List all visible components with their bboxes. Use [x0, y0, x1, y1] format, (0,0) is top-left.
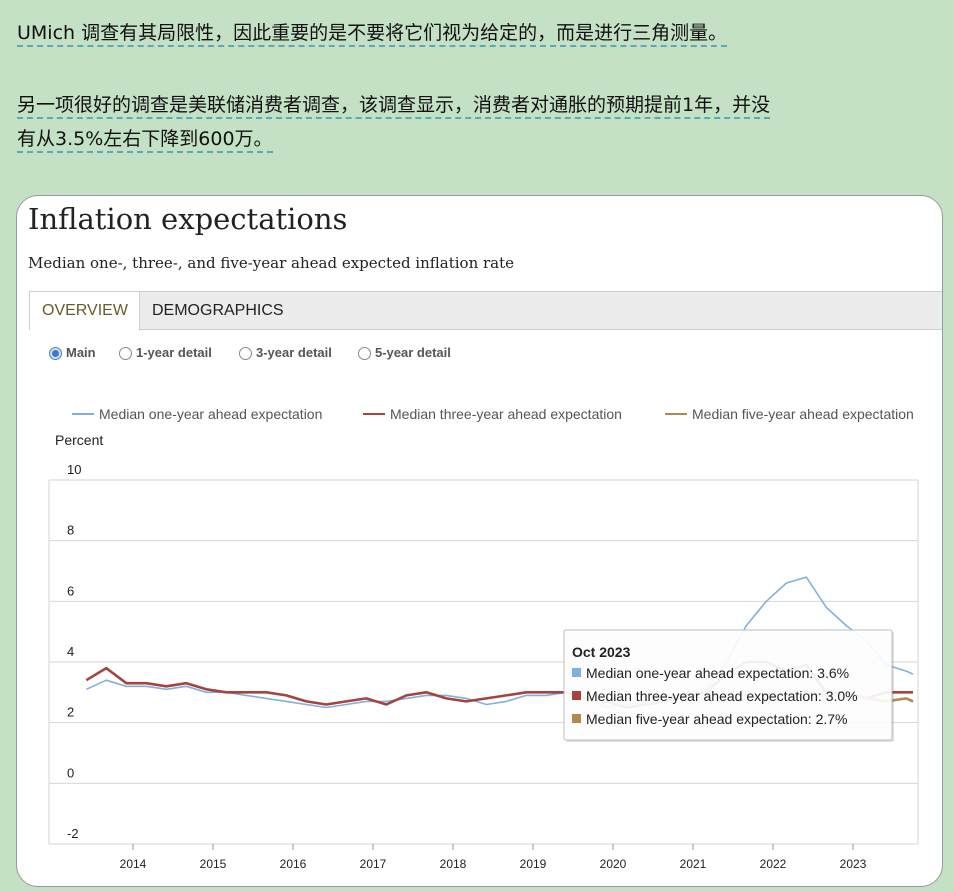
tooltip-line: Median five-year ahead expectation: 2.7% [586, 711, 848, 727]
x-tick-label: 2021 [680, 857, 707, 871]
x-tick-label: 2019 [520, 857, 547, 871]
x-tick-label: 2015 [200, 857, 227, 871]
y-tick-label: 6 [67, 583, 74, 598]
paragraph-2: 另一项很好的调查是美联储消费者调查，该调查显示，消费者对通胀的预期提前1年，并没… [17, 88, 942, 156]
x-tick-label: 2016 [280, 857, 307, 871]
paragraph-1: UMich 调查有其局限性，因此重要的是不要将它们视为给定的，而是进行三角测量。 [17, 16, 942, 50]
y-tick-label: -2 [67, 826, 79, 841]
inflation-line-chart: Percent 10 8 6 4 2 0 -2 2014 2015 2016 2017 2018 2019… [48, 406, 919, 871]
tooltip-swatch [572, 714, 581, 723]
x-tick-label: 2022 [760, 857, 787, 871]
y-tick-label: 4 [67, 644, 74, 659]
paragraph-2-line-2: 有从3.5%左右下降到600万。 [17, 128, 273, 153]
legend-label: Median five-year ahead expectation [692, 406, 914, 422]
y-axis-label: Percent [55, 432, 103, 448]
x-tick-label: 2020 [600, 857, 627, 871]
tooltip-title: Oct 2023 [572, 644, 631, 660]
inflation-expectations-card: Inflation expectations Median one-, thre… [16, 195, 943, 887]
legend-label: Median one-year ahead expectation [99, 406, 322, 422]
y-tick-label: 8 [67, 523, 74, 538]
tooltip-swatch [572, 691, 581, 700]
tooltip-swatch [572, 668, 581, 677]
tooltip-line: Median three-year ahead expectation: 3.0… [586, 688, 858, 704]
y-tick-label: 2 [67, 705, 74, 720]
tooltip-line: Median one-year ahead expectation: 3.6% [586, 665, 849, 681]
legend-label: Median three-year ahead expectation [390, 406, 622, 422]
y-tick-label: 10 [67, 462, 81, 477]
x-tick-label: 2023 [840, 857, 867, 871]
x-tick-label: 2014 [120, 857, 147, 871]
paragraph-2-line-1: 另一项很好的调查是美联储消费者调查，该调查显示，消费者对通胀的预期提前1年，并没 [17, 94, 771, 119]
x-tick-label: 2018 [440, 857, 467, 871]
paragraph-1-line: UMich 调查有其局限性，因此重要的是不要将它们视为给定的，而是进行三角测量。 [17, 22, 728, 47]
x-tick-label: 2017 [360, 857, 387, 871]
y-tick-label: 0 [67, 765, 74, 780]
